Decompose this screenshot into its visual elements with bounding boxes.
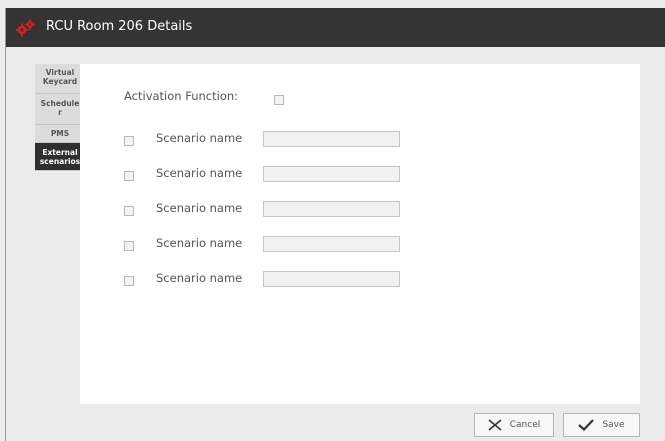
gears-icon xyxy=(15,19,36,37)
scenario-label: Scenario name xyxy=(156,201,243,215)
side-tabs: Virtual Keycard Schedule r PMS External … xyxy=(35,64,85,171)
activation-function-label: Activation Function: xyxy=(124,89,239,103)
tab-label-line: External xyxy=(42,148,78,157)
scenario-label: Scenario name xyxy=(156,131,243,145)
close-icon xyxy=(488,419,502,431)
save-label: Save xyxy=(602,420,625,430)
title-bar: RCU Room 206 Details xyxy=(6,8,665,47)
tab-external-scenarios[interactable]: External scenarios xyxy=(35,143,85,171)
tab-label-line: PMS xyxy=(50,129,70,138)
scenario-name-input[interactable] xyxy=(263,131,400,147)
scenario-name-input[interactable] xyxy=(263,271,400,287)
details-window: RCU Room 206 Details Virtual Keycard Sch… xyxy=(5,8,665,441)
tab-pms[interactable]: PMS xyxy=(35,125,85,143)
window-title: RCU Room 206 Details xyxy=(46,19,193,34)
scenario-label: Scenario name xyxy=(156,166,243,180)
scenario-label: Scenario name xyxy=(156,271,243,285)
scenario-checkbox[interactable] xyxy=(124,171,134,181)
scenario-name-input[interactable] xyxy=(263,166,400,182)
tab-label-line: r xyxy=(58,108,62,117)
scenario-checkbox[interactable] xyxy=(124,276,134,286)
tab-label-line: Schedule xyxy=(40,99,80,108)
scenario-name-input[interactable] xyxy=(263,201,400,217)
scenario-checkbox[interactable] xyxy=(124,241,134,251)
tab-label-line: scenarios xyxy=(39,157,81,166)
scenario-checkbox[interactable] xyxy=(124,136,134,146)
scenario-name-input[interactable] xyxy=(263,236,400,252)
cancel-label: Cancel xyxy=(509,420,541,430)
tab-label-line: Keycard xyxy=(42,77,78,86)
tab-scheduler[interactable]: Schedule r xyxy=(35,94,85,125)
cancel-button[interactable]: Cancel xyxy=(474,413,554,437)
save-button[interactable]: Save xyxy=(563,413,640,437)
tab-label-line: Virtual xyxy=(45,68,75,77)
external-scenarios-panel: Activation Function: Scenario name Scena… xyxy=(80,64,640,404)
activation-function-checkbox[interactable] xyxy=(274,95,284,105)
scenario-label: Scenario name xyxy=(156,236,243,250)
checkmark-icon xyxy=(578,419,595,431)
tab-virtual-keycard[interactable]: Virtual Keycard xyxy=(35,64,85,94)
scenario-checkbox[interactable] xyxy=(124,206,134,216)
